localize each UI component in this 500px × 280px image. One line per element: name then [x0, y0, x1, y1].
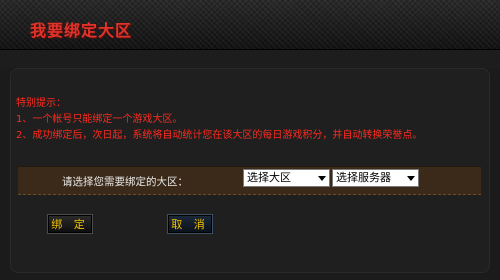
chevron-down-icon — [407, 176, 415, 181]
chevron-down-icon — [318, 176, 326, 181]
bind-button[interactable]: 绑 定 — [47, 214, 93, 234]
server-dropdown-value: 选择服务器 — [336, 171, 391, 184]
page-title: 我要绑定大区 — [30, 21, 133, 40]
tip-item-2: 2、成功绑定后，次日起，系统将自动统计您在该大区的每日游戏积分，并自动转换荣誉点… — [16, 130, 423, 141]
region-dropdown[interactable]: 选择大区 — [243, 169, 330, 187]
region-select-label: 请选择您需要绑定的大区： — [62, 176, 188, 188]
header-gap — [0, 50, 500, 68]
tip-item-1: 1、一个帐号只能绑定一个游戏大区。 — [16, 114, 183, 125]
server-dropdown[interactable]: 选择服务器 — [332, 169, 419, 187]
region-dropdown-value: 选择大区 — [247, 171, 291, 184]
tips-heading: 特别提示： — [16, 98, 66, 109]
title-bar: 我要绑定大区 — [0, 0, 500, 50]
tips-section: 特别提示： 1、一个帐号只能绑定一个游戏大区。 2、成功绑定后，次日起，系统将自… — [16, 96, 422, 144]
cancel-button[interactable]: 取 消 — [167, 214, 213, 234]
